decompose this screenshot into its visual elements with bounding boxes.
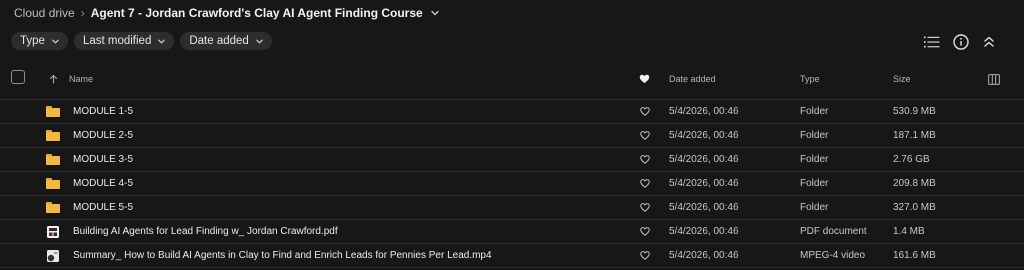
chevron-down-icon[interactable]	[430, 8, 440, 18]
file-size: 530.9 MB	[893, 106, 936, 117]
file-type: Folder	[800, 154, 829, 165]
table-row[interactable]: MODULE 2-5 5/4/2026, 00:46 Folder 187.1 …	[0, 123, 1024, 147]
file-size: 1.4 MB	[893, 226, 925, 237]
table-header: Name Date added Type Size	[0, 64, 1024, 94]
heart-icon[interactable]	[639, 148, 650, 171]
file-size: 2.76 GB	[893, 154, 930, 165]
file-type: Folder	[800, 202, 829, 213]
pdf-thumbnail-icon	[46, 220, 60, 243]
file-name: MODULE 1-5	[73, 106, 134, 117]
video-thumbnail-icon	[46, 244, 60, 267]
columns-icon[interactable]	[988, 64, 1000, 94]
date-added: 5/4/2026, 00:46	[669, 130, 739, 141]
folder-icon	[46, 148, 60, 171]
date-added: 5/4/2026, 00:46	[669, 178, 739, 189]
date-added: 5/4/2026, 00:46	[669, 226, 739, 237]
file-type: MPEG-4 video	[800, 250, 866, 261]
favourite-header-heart-icon[interactable]	[639, 64, 650, 94]
cloud-drive-page: Cloud drive › Agent 7 - Jordan Crawford'…	[0, 0, 1024, 270]
file-name: MODULE 3-5	[73, 154, 134, 165]
file-name: Building AI Agents for Lead Finding w_ J…	[73, 226, 338, 237]
folder-icon	[46, 100, 60, 123]
table-row[interactable]: MODULE 4-5 5/4/2026, 00:46 Folder 209.8 …	[0, 171, 1024, 195]
heart-icon[interactable]	[639, 124, 650, 147]
collapse-icon[interactable]	[979, 32, 999, 52]
table-row[interactable]: Summary_ How to Build AI Agents in Clay …	[0, 243, 1024, 268]
column-header-size[interactable]: Size	[893, 64, 911, 94]
filter-date-added[interactable]: Date added	[180, 32, 272, 50]
column-header-type[interactable]: Type	[800, 64, 820, 94]
table-row[interactable]: Building AI Agents for Lead Finding w_ J…	[0, 219, 1024, 243]
heart-icon[interactable]	[639, 220, 650, 243]
file-type: Folder	[800, 178, 829, 189]
file-size: 161.6 MB	[893, 250, 936, 261]
breadcrumb-current-folder[interactable]: Agent 7 - Jordan Crawford's Clay AI Agen…	[91, 6, 423, 20]
file-size: 209.8 MB	[893, 178, 936, 189]
file-type: Folder	[800, 106, 829, 117]
file-name: MODULE 4-5	[73, 178, 134, 189]
table-row[interactable]: MODULE 5-5 5/4/2026, 00:46 Folder 327.0 …	[0, 195, 1024, 219]
file-name: MODULE 2-5	[73, 130, 134, 141]
folder-icon	[46, 196, 60, 219]
breadcrumb-separator: ›	[80, 6, 85, 20]
file-size: 187.1 MB	[893, 130, 936, 141]
file-size: 327.0 MB	[893, 202, 936, 213]
folder-icon	[46, 124, 60, 147]
chevron-down-icon	[157, 37, 166, 46]
info-icon[interactable]	[951, 32, 971, 52]
date-added: 5/4/2026, 00:46	[669, 106, 739, 117]
date-added: 5/4/2026, 00:46	[669, 154, 739, 165]
filter-last-modified-label: Last modified	[82, 35, 152, 47]
date-added: 5/4/2026, 00:46	[669, 250, 739, 261]
column-header-name[interactable]: Name	[69, 64, 93, 94]
heart-icon[interactable]	[639, 244, 650, 267]
filter-date-added-label: Date added	[189, 35, 249, 47]
column-header-date-added[interactable]: Date added	[669, 64, 716, 94]
file-name: MODULE 5-5	[73, 202, 134, 213]
folder-icon	[46, 172, 60, 195]
filter-type-label: Type	[20, 35, 45, 47]
table-row[interactable]: MODULE 1-5 5/4/2026, 00:46 Folder 530.9 …	[0, 99, 1024, 123]
breadcrumb: Cloud drive › Agent 7 - Jordan Crawford'…	[14, 4, 440, 22]
file-type: Folder	[800, 130, 829, 141]
date-added: 5/4/2026, 00:46	[669, 202, 739, 213]
table-row[interactable]: MODULE 3-5 5/4/2026, 00:46 Folder 2.76 G…	[0, 147, 1024, 171]
breadcrumb-root[interactable]: Cloud drive	[14, 6, 75, 20]
list-view-icon[interactable]	[922, 32, 942, 52]
file-type: PDF document	[800, 226, 867, 237]
filter-type[interactable]: Type	[11, 32, 68, 50]
filter-bar: Type Last modified Date added	[11, 32, 272, 50]
heart-icon[interactable]	[639, 172, 650, 195]
file-name: Summary_ How to Build AI Agents in Clay …	[73, 250, 492, 261]
file-list: MODULE 1-5 5/4/2026, 00:46 Folder 530.9 …	[0, 99, 1024, 268]
filter-last-modified[interactable]: Last modified	[73, 32, 175, 50]
chevron-down-icon	[255, 37, 264, 46]
heart-icon[interactable]	[639, 100, 650, 123]
heart-icon[interactable]	[639, 196, 650, 219]
sort-arrow-icon[interactable]	[49, 64, 58, 94]
chevron-down-icon	[51, 37, 60, 46]
